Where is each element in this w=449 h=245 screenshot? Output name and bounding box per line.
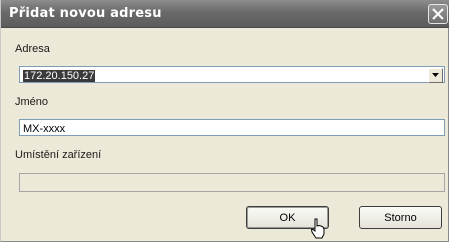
title-bar[interactable]: Přidat novou adresu <box>1 0 449 28</box>
address-combobox[interactable]: 172.20.150.27 <box>19 66 445 83</box>
dropdown-button[interactable] <box>428 68 443 83</box>
ok-button-label: OK <box>279 211 296 224</box>
dialog-title: Přidat novou adresu <box>9 6 162 21</box>
cancel-button[interactable]: Storno <box>359 206 442 229</box>
name-value: MX-xxxx <box>23 123 66 135</box>
cancel-button-label: Storno <box>384 211 417 224</box>
name-label: Jméno <box>15 96 49 108</box>
name-field[interactable]: MX-xxxx <box>19 119 445 136</box>
location-label: Umístění zařízení <box>15 149 102 161</box>
address-label: Adresa <box>15 43 50 55</box>
address-value: 172.20.150.27 <box>23 70 96 82</box>
add-address-dialog: Přidat novou adresu Adresa 172.20.150.27… <box>0 0 449 242</box>
close-button[interactable] <box>428 4 448 24</box>
location-field[interactable] <box>19 173 445 192</box>
mouse-cursor-icon <box>310 218 326 245</box>
